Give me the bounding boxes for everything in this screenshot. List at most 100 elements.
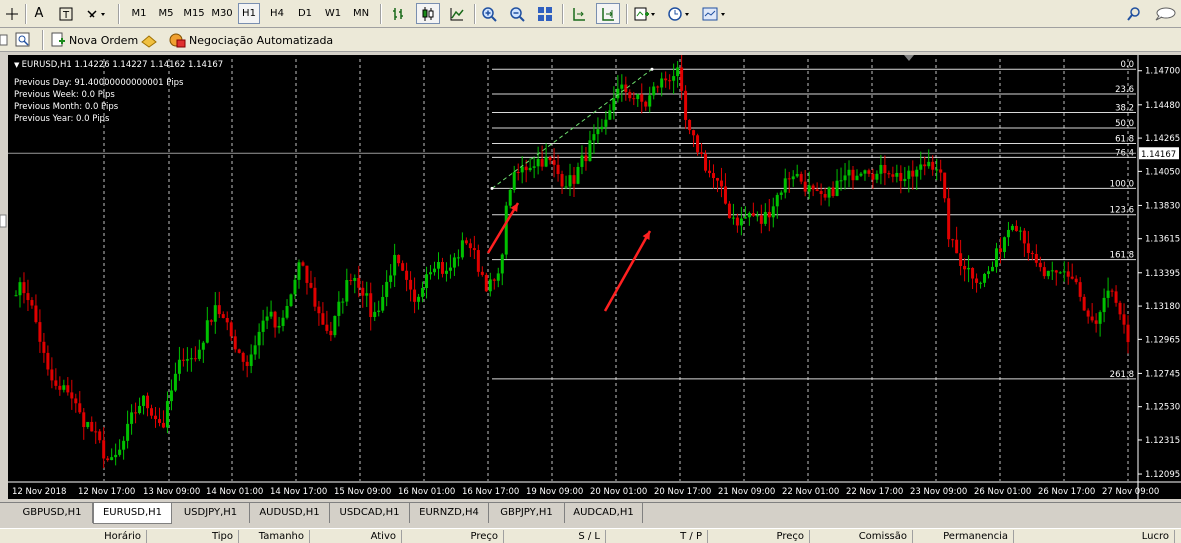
candle-body <box>584 155 588 162</box>
candlestick-chart-icon[interactable] <box>416 3 440 24</box>
candle-body <box>213 305 217 322</box>
candle-body <box>134 412 138 414</box>
candle-body <box>492 279 496 281</box>
column-header[interactable]: Permanencia <box>920 531 1008 542</box>
candle-body <box>588 140 592 162</box>
column-header[interactable]: T / P <box>614 531 702 542</box>
auto-trading-button[interactable]: Negociação Automatizada <box>168 30 333 50</box>
chart-tab[interactable]: EURUSD,H1 <box>93 503 172 524</box>
period-m30[interactable]: M30 <box>210 3 234 24</box>
candle-body <box>353 277 357 281</box>
column-header[interactable]: Preço <box>716 531 804 542</box>
chart-tab[interactable]: AUDUSD,H1 <box>250 503 330 523</box>
candle-body <box>935 169 939 171</box>
window-list-icon[interactable] <box>0 30 8 50</box>
chart-tab[interactable]: USDCAD,H1 <box>330 503 410 523</box>
new-order-button[interactable]: Nova Ordem <box>50 30 138 50</box>
candle-body <box>500 254 504 274</box>
candle-body <box>791 176 795 180</box>
candle-body <box>867 170 871 174</box>
templates-dropdown-icon[interactable] <box>700 3 730 24</box>
candle-body <box>389 275 393 282</box>
column-header[interactable]: S / L <box>512 531 600 542</box>
crosshair-icon[interactable] <box>2 3 22 24</box>
line-chart-icon[interactable] <box>446 3 468 24</box>
data-window-icon[interactable] <box>14 30 36 50</box>
chart-tab[interactable]: USDJPY,H1 <box>172 503 250 523</box>
column-header[interactable]: Ativo <box>308 531 396 542</box>
candle-body <box>225 317 229 323</box>
candle-body <box>743 217 747 219</box>
chart-window[interactable]: 1.14700 1.14480 1.14265 1.14050 1.13830 1.136… <box>8 55 1181 499</box>
candle-body <box>357 277 361 288</box>
candle-body <box>855 175 859 181</box>
chart-tabs: GBPUSD,H1 EURUSD,H1 USDJPY,H1 AUDUSD,H1 USDC… <box>0 502 1181 524</box>
candle-body <box>847 169 851 176</box>
period-m5[interactable]: M5 <box>155 3 177 24</box>
shapes-dropdown-icon[interactable] <box>84 3 112 24</box>
column-header[interactable]: Preço <box>410 531 498 542</box>
column-header[interactable]: Lucro <box>1081 531 1169 542</box>
candle-body <box>1026 243 1030 253</box>
market-watch-icon[interactable] <box>140 30 162 50</box>
candle-body <box>767 211 771 218</box>
chart-tab[interactable]: GBPUSD,H1 <box>12 503 93 523</box>
search-icon[interactable] <box>1124 3 1144 24</box>
chat-icon[interactable] <box>1152 3 1178 24</box>
candle-body <box>480 271 484 275</box>
column-header[interactable]: Horário <box>53 531 141 542</box>
candle-body <box>831 187 835 196</box>
candle-body <box>616 88 620 99</box>
candle-body <box>1014 225 1018 232</box>
candle-body <box>719 180 723 187</box>
info-previous-month: Previous Month: 0.0 Pips <box>14 102 119 112</box>
candle-body <box>915 169 919 177</box>
period-h1[interactable]: H1 <box>238 3 260 24</box>
autoscroll-icon[interactable] <box>596 3 620 24</box>
candle-body <box>209 320 213 322</box>
candle-body <box>991 266 994 272</box>
bar-chart-icon[interactable] <box>388 3 410 24</box>
candle-body <box>672 76 676 81</box>
column-header[interactable]: Tamanho <box>216 531 304 542</box>
candle-body <box>421 288 425 297</box>
candle-body <box>265 316 269 321</box>
indicators-dropdown-icon[interactable] <box>632 3 660 24</box>
candle-body <box>998 248 1002 253</box>
candle-body <box>157 419 161 423</box>
x-tick-label: 12 Nov 2018 <box>12 487 66 497</box>
candle-body <box>544 157 548 167</box>
candle-body <box>994 248 998 267</box>
chart-tab[interactable]: GBPJPY,H1 <box>489 503 565 523</box>
candle-body <box>548 157 552 161</box>
chart-shift-icon[interactable] <box>568 3 590 24</box>
candle-body <box>74 398 78 404</box>
candle-body <box>1078 282 1082 297</box>
text-label-icon[interactable]: T <box>56 3 76 24</box>
candle-body <box>572 175 576 184</box>
text-tool-button[interactable]: A <box>30 3 48 24</box>
x-tick-label: 19 Nov 09:00 <box>526 487 583 497</box>
candle-body <box>26 293 30 301</box>
candle-body <box>955 239 959 254</box>
chart-tab[interactable]: AUDCAD,H1 <box>565 503 643 523</box>
zoom-out-icon[interactable] <box>506 3 528 24</box>
candle-body <box>799 173 803 182</box>
y-tick-label: 1.14480 <box>1145 101 1180 111</box>
candle-body <box>409 279 413 290</box>
candle-body <box>620 84 624 89</box>
fib-level-label: 161.8 <box>1110 251 1134 261</box>
periodicity-dropdown-icon[interactable] <box>666 3 694 24</box>
tile-windows-icon[interactable] <box>534 3 556 24</box>
period-mn[interactable]: MN <box>350 3 372 24</box>
period-m15[interactable]: M15 <box>182 3 206 24</box>
period-w1[interactable]: W1 <box>322 3 344 24</box>
period-h4[interactable]: H4 <box>266 3 288 24</box>
zoom-in-icon[interactable] <box>478 3 500 24</box>
period-d1[interactable]: D1 <box>294 3 316 24</box>
candle-body <box>365 293 369 296</box>
column-header[interactable]: Comissão <box>819 531 907 542</box>
period-m1[interactable]: M1 <box>128 3 150 24</box>
candle-body <box>987 271 991 274</box>
chart-tab[interactable]: EURNZD,H4 <box>410 503 489 523</box>
